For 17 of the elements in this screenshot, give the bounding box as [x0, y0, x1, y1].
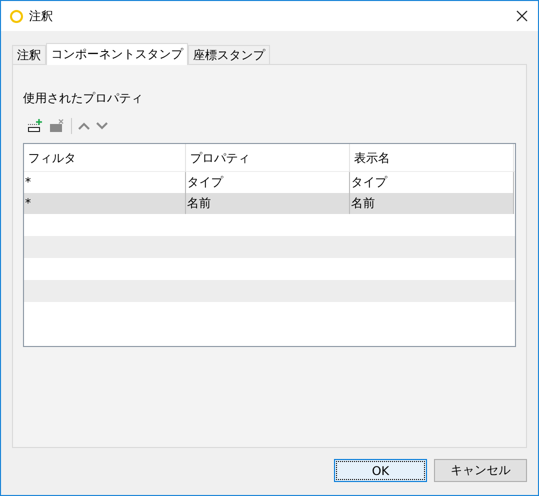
- table-cell: 名前: [186, 193, 350, 214]
- table-cell: *: [24, 193, 186, 214]
- column-header[interactable]: フィルタ: [24, 144, 186, 173]
- cancel-button[interactable]: キャンセル: [434, 459, 527, 482]
- tab[interactable]: 座標スタンプ: [188, 45, 270, 64]
- ok-button[interactable]: OK: [334, 459, 427, 482]
- tab[interactable]: 注釈: [12, 45, 46, 64]
- tab[interactable]: コンポーネントスタンプ: [46, 43, 188, 65]
- app-icon: [10, 10, 23, 22]
- column-header[interactable]: 表示名: [350, 144, 514, 173]
- window-title: 注釈: [29, 8, 54, 24]
- section-label: 使用されたプロパティ: [23, 90, 144, 107]
- column-header[interactable]: プロパティ: [186, 144, 350, 173]
- delete-row-icon[interactable]: [49, 119, 65, 133]
- add-row-icon[interactable]: [27, 119, 43, 133]
- table-cell: 名前: [350, 193, 514, 214]
- close-icon[interactable]: [516, 10, 528, 22]
